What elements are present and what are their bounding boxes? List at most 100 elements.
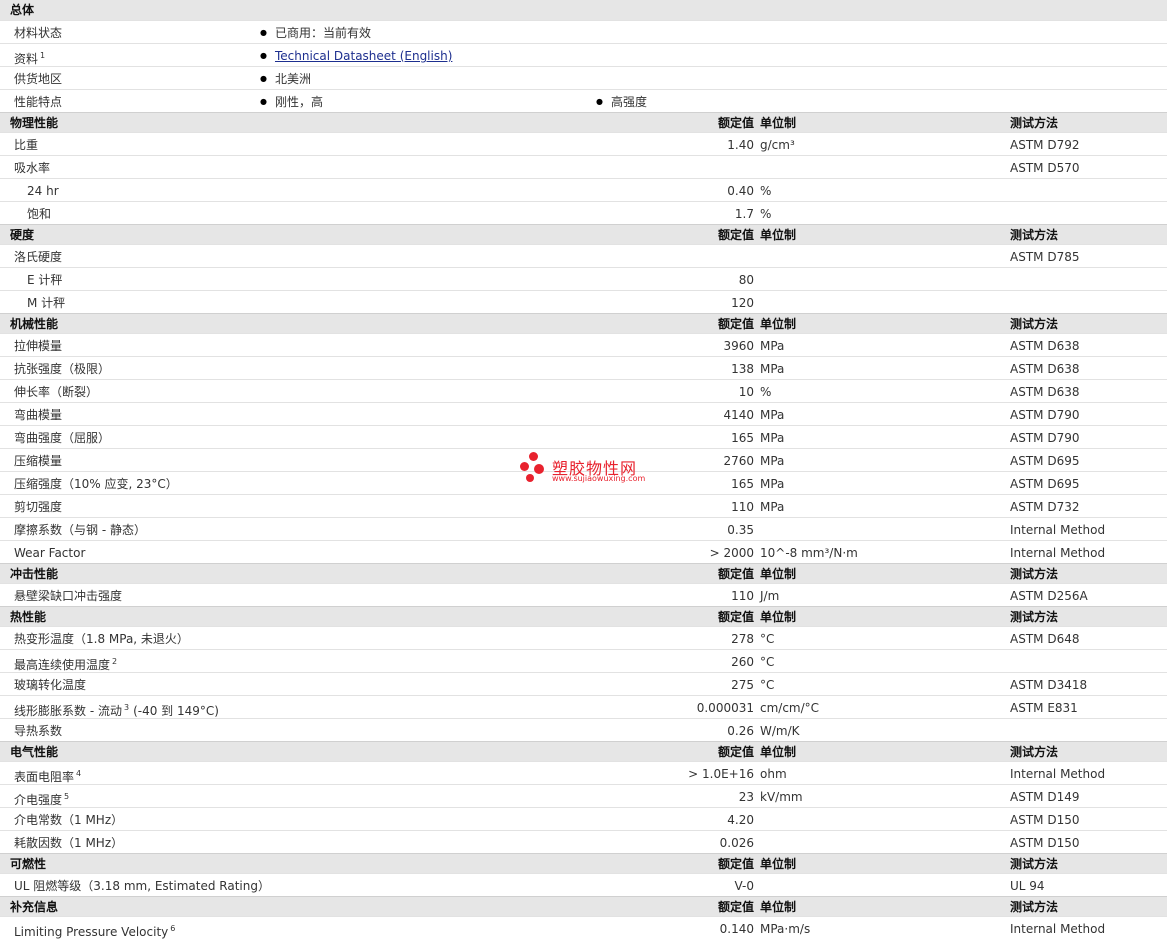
property-row: Limiting Pressure Velocity 6 0.140 MPa·m/s I… — [0, 916, 1167, 939]
property-value: 165 — [731, 431, 754, 445]
property-label: 抗张强度（极限） — [14, 362, 111, 376]
property-label: 耗散因数（1 MHz） — [14, 836, 124, 850]
property-label: 伸长率（断裂） — [14, 385, 99, 399]
property-test-method: ASTM D256A — [1010, 589, 1088, 603]
property-label: 介电强度 5 — [14, 792, 70, 807]
property-unit: g/cm³ — [760, 138, 795, 152]
section-title: 硬度 — [10, 228, 35, 242]
property-value: > 1.0E+16 — [688, 767, 754, 781]
footnote-ref: 1 — [40, 51, 46, 60]
property-test-method: ASTM D638 — [1010, 362, 1080, 376]
property-unit: MPa — [760, 408, 785, 422]
property-label: 线形膨胀系数 - 流动 3 (-40 到 149°C) — [14, 703, 219, 718]
column-header-value: 额定值 — [717, 317, 754, 331]
column-header-value: 额定值 — [717, 116, 754, 130]
property-label: 热变形温度（1.8 MPa, 未退火） — [14, 632, 189, 646]
property-row: 最高连续使用温度 2 260 °C — [0, 649, 1167, 672]
property-test-method: ASTM D570 — [1010, 161, 1080, 175]
datasheet-link[interactable]: Technical Datasheet (English) — [275, 49, 452, 63]
property-value: 0.000031 — [696, 701, 754, 715]
column-header-method: 测试方法 — [1010, 610, 1059, 624]
property-value: 80 — [738, 273, 754, 287]
property-test-method: Internal Method — [1010, 767, 1106, 781]
section-header-flammability: 可燃性 额定值 单位制 测试方法 — [0, 853, 1167, 873]
property-test-method: ASTM D732 — [1010, 500, 1080, 514]
column-header-method: 测试方法 — [1010, 857, 1059, 871]
property-unit: W/m/K — [760, 724, 800, 738]
property-row: 弯曲模量 4140 MPa ASTM D790 — [0, 402, 1167, 425]
property-row: E 计秤 80 — [0, 267, 1167, 290]
property-value: 10 — [738, 385, 754, 399]
section-header-impact: 冲击性能 额定值 单位制 测试方法 — [0, 563, 1167, 583]
property-row: 伸长率（断裂） 10% ASTM D638 — [0, 379, 1167, 402]
column-header-unit: 单位制 — [760, 567, 797, 581]
section-header-thermal: 热性能 额定值 单位制 测试方法 — [0, 606, 1167, 626]
property-row: 表面电阻率 4 > 1.0E+16 ohm Internal Method — [0, 761, 1167, 784]
footnote-ref: 2 — [112, 657, 118, 666]
property-value: 0.40 — [727, 184, 754, 198]
property-unit: MPa — [760, 500, 785, 514]
property-test-method: ASTM D638 — [1010, 385, 1080, 399]
property-row: 悬壁梁缺口冲击强度 110 J/m ASTM D256A — [0, 583, 1167, 606]
property-value: 138 — [731, 362, 754, 376]
property-row: 吸水率 ASTM D570 — [0, 155, 1167, 178]
property-label: 材料状态 — [14, 26, 63, 40]
property-test-method: ASTM D3418 — [1010, 678, 1088, 692]
property-row: 耗散因数（1 MHz） 0.026 ASTM D150 — [0, 830, 1167, 853]
property-value: 110 — [731, 589, 754, 603]
property-label: 弯曲模量 — [14, 408, 63, 422]
property-unit: °C — [760, 655, 775, 669]
property-row: UL 阻燃等级（3.18 mm, Estimated Rating） V-0 UL … — [0, 873, 1167, 896]
section-header-mechanical: 机械性能 额定值 单位制 测试方法 — [0, 313, 1167, 333]
property-test-method: ASTM D790 — [1010, 408, 1080, 422]
column-header-method: 测试方法 — [1010, 228, 1059, 242]
property-value: 已商用：当前有效 — [260, 26, 371, 42]
property-value: 1.40 — [727, 138, 754, 152]
property-test-method: ASTM E831 — [1010, 701, 1078, 715]
section-title: 机械性能 — [10, 317, 59, 331]
property-row: 导热系数 0.26 W/m/K — [0, 718, 1167, 741]
property-value: 刚性，高 — [260, 95, 323, 111]
property-label: 饱和 — [27, 207, 52, 221]
property-value: 0.026 — [719, 836, 754, 850]
property-row: M 计秤 120 — [0, 290, 1167, 313]
section-title: 热性能 — [10, 610, 47, 624]
property-label: E 计秤 — [27, 273, 63, 287]
property-value: > 2000 — [709, 546, 754, 560]
section-header-electrical: 电气性能 额定值 单位制 测试方法 — [0, 741, 1167, 761]
row-material-status: 材料状态 已商用：当前有效 — [0, 20, 1167, 43]
property-label: 介电常数（1 MHz） — [14, 813, 124, 827]
row-region: 供货地区 北美洲 — [0, 66, 1167, 89]
property-value: 110 — [731, 500, 754, 514]
property-row: 摩擦系数（与钢 - 静态） 0.35 Internal Method — [0, 517, 1167, 540]
property-row: 弯曲强度（屈服） 165 MPa ASTM D790 — [0, 425, 1167, 448]
property-label: 洛氏硬度 — [14, 250, 63, 264]
property-unit: % — [760, 385, 772, 399]
property-label: 压缩强度（10% 应变, 23°C） — [14, 477, 178, 491]
watermark-url: www.sujiaowuxing.com — [552, 474, 646, 483]
property-row: 拉伸模量 3960 MPa ASTM D638 — [0, 333, 1167, 356]
property-row: 饱和 1.7% — [0, 201, 1167, 224]
property-value: 278 — [731, 632, 754, 646]
property-row: 比重 1.40 g/cm³ ASTM D792 — [0, 132, 1167, 155]
section-header-additional: 补充信息 额定值 单位制 测试方法 — [0, 896, 1167, 916]
logo-dots-icon — [520, 452, 550, 486]
property-value: 0.140 — [719, 922, 754, 936]
property-test-method: UL 94 — [1010, 879, 1045, 893]
property-label: 摩擦系数（与钢 - 静态） — [14, 523, 146, 537]
property-value: 165 — [731, 477, 754, 491]
property-row: 热变形温度（1.8 MPa, 未退火） 278 °C ASTM D648 — [0, 626, 1167, 649]
property-label: Wear Factor — [14, 546, 86, 560]
property-test-method: ASTM D695 — [1010, 477, 1080, 491]
property-label: M 计秤 — [27, 296, 66, 310]
property-unit: °C — [760, 678, 775, 692]
column-header-value: 额定值 — [717, 745, 754, 759]
property-label: 剪切强度 — [14, 500, 63, 514]
property-row: 抗张强度（极限） 138 MPa ASTM D638 — [0, 356, 1167, 379]
property-label: 表面电阻率 4 — [14, 769, 82, 784]
column-header-unit: 单位制 — [760, 116, 797, 130]
property-unit: MPa — [760, 339, 785, 353]
footnote-ref: 3 — [123, 703, 130, 712]
property-row: 介电强度 5 23 kV/mm ASTM D149 — [0, 784, 1167, 807]
property-value: 120 — [731, 296, 754, 310]
